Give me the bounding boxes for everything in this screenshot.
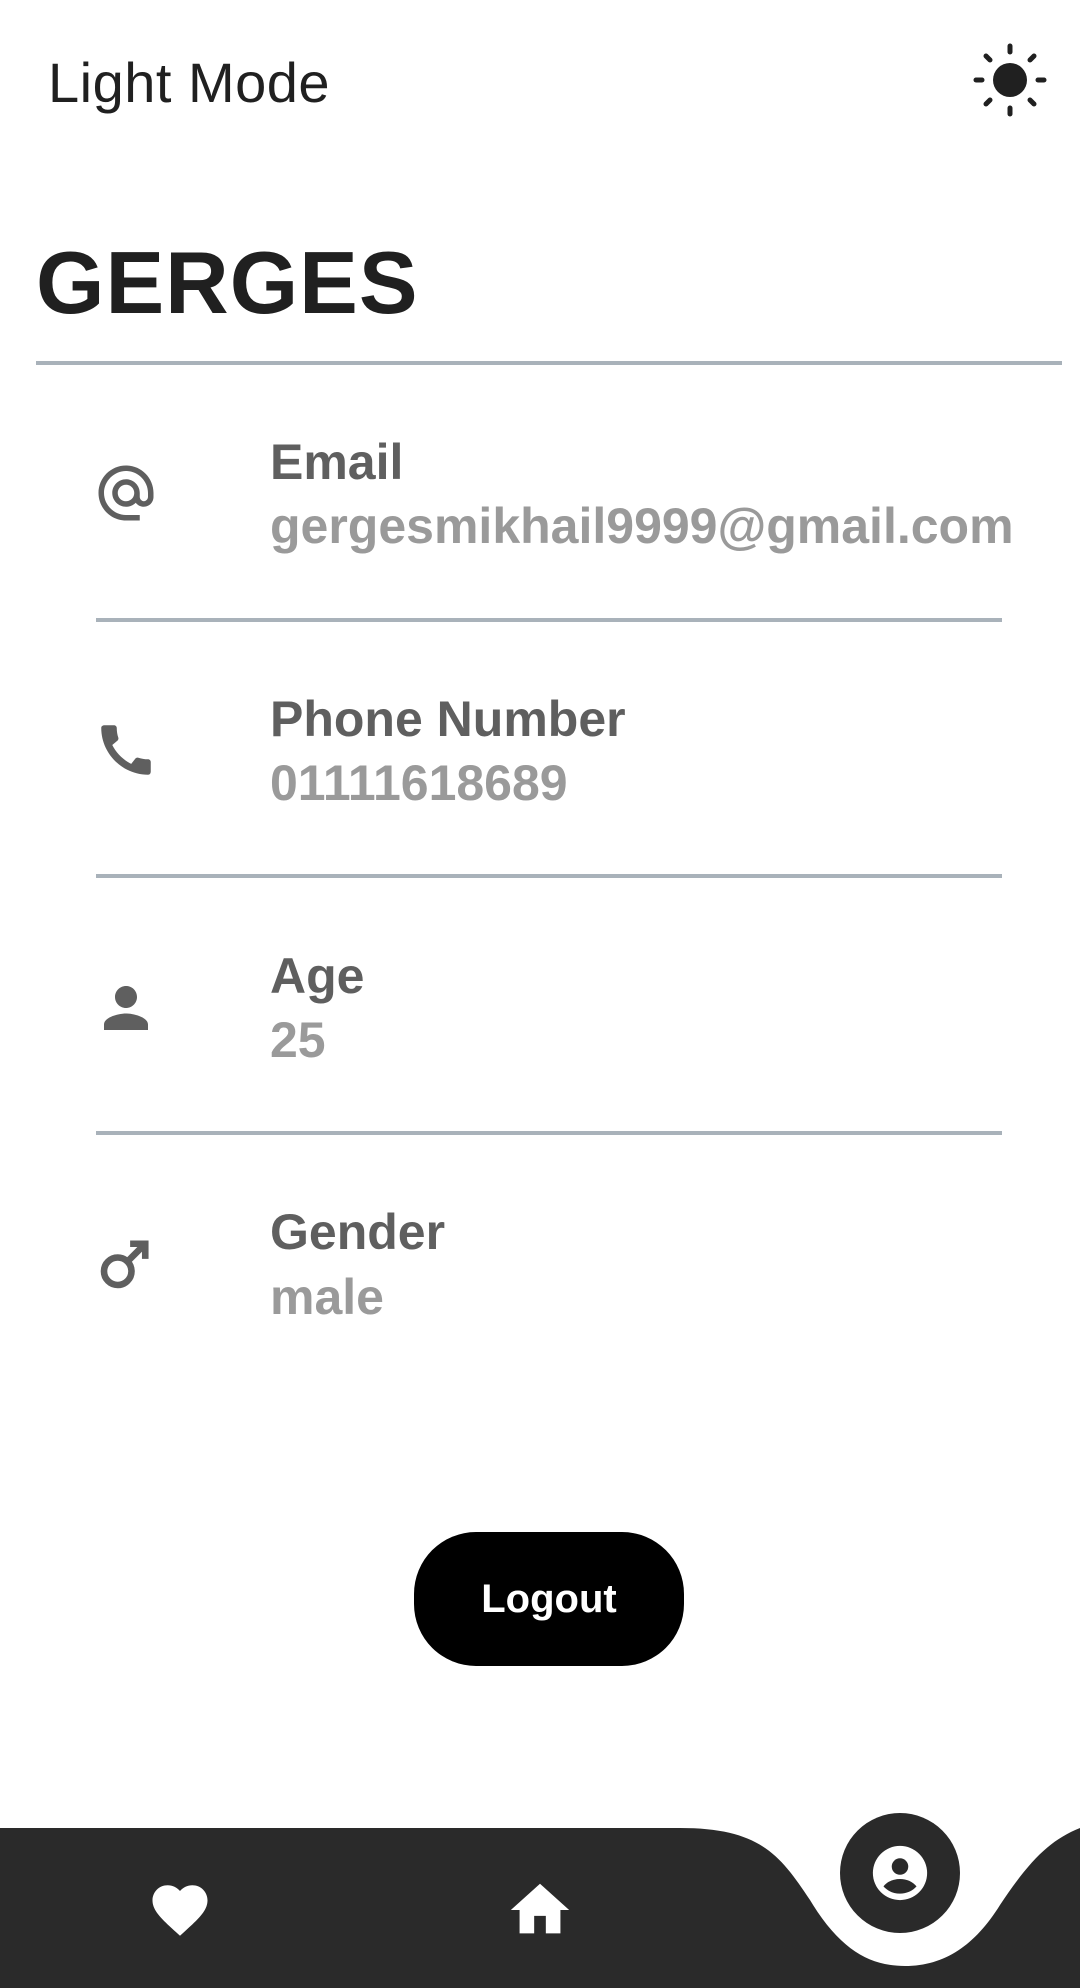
profile-screen: Light Mode GERGES Email gergesmikhail999…: [0, 0, 1080, 1988]
at-icon-wrapper: [88, 455, 164, 531]
phone-icon: [101, 725, 151, 775]
male-icon: [100, 1240, 149, 1289]
male-icon-wrapper: [88, 1225, 164, 1301]
heart-icon: [152, 1885, 208, 1936]
email-label: Email: [270, 434, 404, 490]
row-divider: [96, 874, 1002, 878]
person-icon-wrapper: [88, 970, 164, 1046]
profile-icon: [872, 1845, 928, 1901]
gender-label: Gender: [270, 1204, 446, 1260]
home-icon: [510, 1883, 570, 1934]
age-label: Age: [270, 948, 365, 1004]
row-divider: [96, 1131, 1002, 1135]
at-icon: [98, 465, 154, 521]
bottom-nav: [0, 1800, 1080, 1988]
nav-profile[interactable]: [840, 1813, 960, 1933]
phone-value: 01111618689: [270, 755, 568, 811]
header-divider: [36, 361, 1062, 365]
age-value: 25: [270, 1012, 326, 1068]
row-divider: [96, 618, 1002, 622]
person-icon: [104, 986, 148, 1030]
email-value: gergesmikhail9999@gmail.com: [270, 498, 1014, 554]
nav-home[interactable]: [500, 1870, 580, 1950]
gender-value: male: [270, 1269, 384, 1325]
nav-favorites[interactable]: [140, 1870, 220, 1950]
phone-label: Phone Number: [270, 691, 626, 747]
info-row-gender: Gender male: [0, 0, 1080, 1325]
logout-button[interactable]: Logout: [414, 1532, 684, 1666]
phone-icon-wrapper: [88, 712, 164, 788]
